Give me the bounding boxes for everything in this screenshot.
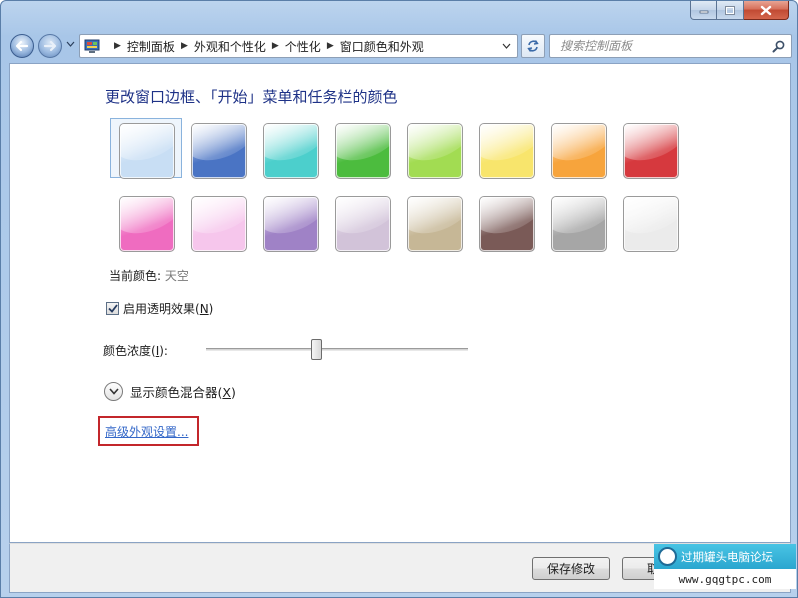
color-swatch-cell[interactable] [110,118,182,179]
color-swatch-cell[interactable] [110,191,182,252]
close-button[interactable] [744,1,789,20]
color-swatch-cell[interactable] [326,191,398,252]
expand-button[interactable] [104,382,123,401]
advanced-appearance-highlight: 高级外观设置... [98,416,199,446]
arrow-right-icon [43,40,57,52]
content-pane: 更改窗口边框、「开始」菜单和任务栏的颜色 当前颜色: 天空 启用透明效果(N) … [9,63,791,543]
maximize-icon [725,5,735,15]
forward-button[interactable] [38,34,62,58]
color-swatch-cell[interactable] [254,191,326,252]
breadcrumb-appearance[interactable]: 外观和个性化 [194,38,266,55]
color-swatch[interactable] [335,196,391,252]
chevron-down-icon [108,388,119,395]
caption-buttons [690,1,789,21]
color-swatch[interactable] [119,196,175,252]
color-swatch[interactable] [551,196,607,252]
color-swatch[interactable] [119,123,175,179]
forum-logo-icon [658,547,677,566]
search-input[interactable] [550,35,760,57]
navigation-bar: ▶ 控制面板 ▶ 外观和个性化 ▶ 个性化 ▶ 窗口颜色和外观 [1,29,797,63]
color-swatch-cell[interactable] [398,191,470,252]
page-title: 更改窗口边框、「开始」菜单和任务栏的颜色 [105,88,398,106]
current-color: 当前颜色: 天空 [109,267,189,284]
current-color-value: 天空 [164,269,189,283]
color-swatch-cell[interactable] [470,191,542,252]
search-box [549,34,792,58]
color-swatch-cell[interactable] [254,118,326,179]
breadcrumb-separator-icon[interactable]: ▶ [327,41,334,51]
advanced-appearance-link[interactable]: 高级外观设置... [105,423,188,440]
color-swatch[interactable] [263,123,319,179]
transparency-option[interactable]: 启用透明效果(N) [106,300,213,317]
color-swatch-cell[interactable] [398,118,470,179]
color-swatch-cell[interactable] [614,191,686,252]
color-swatch[interactable] [479,196,535,252]
title-bar[interactable] [1,1,797,29]
breadcrumb-separator-icon: ▶ [114,41,121,51]
search-icon[interactable] [772,40,785,53]
transparency-label: 启用透明效果(N) [123,302,214,316]
address-history-dropdown-icon[interactable] [502,43,511,49]
color-swatch-cell[interactable] [182,191,254,252]
address-bar[interactable]: ▶ 控制面板 ▶ 外观和个性化 ▶ 个性化 ▶ 窗口颜色和外观 [79,34,518,58]
breadcrumb-separator-icon[interactable]: ▶ [181,41,188,51]
maximize-button[interactable] [717,1,744,20]
checkmark-icon [107,304,118,313]
color-swatch-cell[interactable] [470,118,542,179]
transparency-checkbox[interactable] [106,302,119,315]
watermark-title: 过期罐头电脑论坛 [681,549,773,564]
color-swatch-grid [110,118,686,252]
color-swatch-cell[interactable] [542,191,614,252]
color-swatch[interactable] [623,196,679,252]
color-swatch[interactable] [551,123,607,179]
minimize-button[interactable] [690,1,717,20]
control-panel-icon [84,39,100,53]
breadcrumb-window-color[interactable]: 窗口颜色和外观 [340,38,424,55]
refresh-button[interactable] [521,34,545,58]
color-swatch[interactable] [191,123,247,179]
breadcrumb-control-panel[interactable]: 控制面板 [127,38,175,55]
color-swatch[interactable] [623,123,679,179]
save-button[interactable]: 保存修改 [532,557,610,580]
watermark-banner: 过期罐头电脑论坛 [654,544,796,569]
breadcrumb-separator-icon[interactable]: ▶ [272,41,279,51]
color-swatch-cell[interactable] [614,118,686,179]
close-icon [760,5,772,15]
color-intensity-slider[interactable] [206,336,468,362]
color-swatch-cell[interactable] [326,118,398,179]
color-swatch-cell[interactable] [182,118,254,179]
forum-watermark: 过期罐头电脑论坛 www.gqgtpc.com [654,544,796,590]
color-swatch-cell[interactable] [542,118,614,179]
slider-track[interactable] [206,348,468,351]
watermark-url: www.gqgtpc.com [654,569,796,589]
window-frame: ▶ 控制面板 ▶ 外观和个性化 ▶ 个性化 ▶ 窗口颜色和外观 搜索控制面板 更… [0,0,798,598]
recent-pages-dropdown-icon[interactable] [66,41,75,47]
color-mixer-toggle[interactable]: 显示颜色混合器(X) [104,382,236,401]
slider-thumb[interactable] [311,339,322,360]
arrow-left-icon [15,40,29,52]
minimize-icon [699,10,708,14]
color-swatch[interactable] [263,196,319,252]
color-swatch[interactable] [407,196,463,252]
color-swatch[interactable] [335,123,391,179]
color-intensity-label: 颜色浓度(I): [103,344,168,358]
breadcrumb-personalization[interactable]: 个性化 [285,38,321,55]
color-swatch[interactable] [407,123,463,179]
current-color-label: 当前颜色: [109,269,162,283]
color-mixer-label: 显示颜色混合器(X) [130,385,236,400]
back-button[interactable] [10,34,34,58]
color-swatch[interactable] [191,196,247,252]
refresh-icon [527,40,539,52]
color-swatch[interactable] [479,123,535,179]
